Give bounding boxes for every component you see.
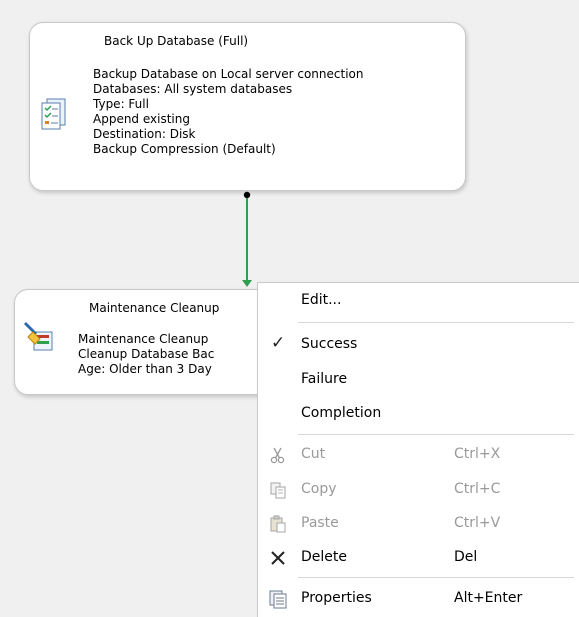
- menu-item-edit[interactable]: Edit...: [258, 286, 579, 316]
- menu-item-label: Failure: [301, 371, 348, 387]
- menu-item-success[interactable]: ✓ Success: [258, 330, 579, 360]
- properties-icon: [268, 589, 288, 609]
- cleanup-task-icon: [22, 320, 56, 354]
- task-title: Back Up Database (Full): [104, 34, 249, 48]
- menu-item-label: Paste: [301, 515, 339, 531]
- checkmark-icon: ✓: [271, 333, 286, 353]
- menu-item-label: Copy: [301, 481, 337, 497]
- backup-task-icon: [37, 97, 71, 131]
- task-detail-line: Databases: All system databases: [93, 82, 293, 96]
- maintenance-cleanup-task[interactable]: Maintenance Cleanup Maintenance Cleanup …: [14, 289, 274, 395]
- paste-icon: [268, 514, 288, 534]
- menu-item-properties[interactable]: Properties Alt+Enter: [258, 584, 579, 614]
- menu-item-failure[interactable]: Failure: [258, 365, 579, 395]
- menu-item-shortcut: Del: [454, 549, 478, 565]
- menu-item-cut[interactable]: Cut Ctrl+X: [258, 440, 579, 470]
- menu-item-label: Delete: [301, 549, 347, 565]
- task-detail-line: Cleanup Database Bac: [78, 347, 215, 361]
- task-title: Maintenance Cleanup: [89, 301, 220, 315]
- menu-item-label: Edit...: [301, 292, 342, 308]
- menu-separator: [298, 577, 574, 578]
- menu-separator: [298, 434, 574, 435]
- task-detail-line: Type: Full: [93, 97, 149, 111]
- task-detail-line: Append existing: [93, 112, 190, 126]
- backup-database-task[interactable]: Back Up Database (Full) Backup Database …: [29, 22, 466, 191]
- menu-item-completion[interactable]: Completion: [258, 399, 579, 429]
- scissors-icon: [268, 445, 288, 465]
- copy-icon: [268, 480, 288, 500]
- menu-item-delete[interactable]: Delete Del: [258, 543, 579, 573]
- task-details: Maintenance Cleanup Cleanup Database Bac…: [78, 332, 214, 377]
- menu-item-shortcut: Ctrl+X: [454, 446, 501, 462]
- menu-item-shortcut: Ctrl+V: [454, 515, 501, 531]
- menu-item-paste[interactable]: Paste Ctrl+V: [258, 509, 579, 539]
- task-detail-line: Backup Compression (Default): [93, 142, 276, 156]
- task-detail-line: Age: Older than 3 Day: [78, 362, 212, 376]
- menu-separator: [298, 322, 574, 323]
- menu-item-label: Completion: [301, 405, 382, 421]
- menu-item-label: Cut: [301, 446, 326, 462]
- menu-item-copy[interactable]: Copy Ctrl+C: [258, 475, 579, 505]
- task-detail-line: Maintenance Cleanup: [78, 332, 209, 346]
- connector-start-dot: [243, 191, 251, 199]
- task-details: Backup Database on Local server connecti…: [93, 67, 363, 157]
- task-detail-line: Backup Database on Local server connecti…: [93, 67, 364, 81]
- menu-item-label: Success: [301, 336, 358, 352]
- task-detail-line: Destination: Disk: [93, 127, 196, 141]
- delete-x-icon: [268, 548, 288, 568]
- connector-arrowhead: [242, 280, 252, 287]
- context-menu: Edit... ✓ Success Failure Completion Cut…: [257, 282, 579, 617]
- menu-item-shortcut: Ctrl+C: [454, 481, 501, 497]
- menu-item-label: Properties: [301, 590, 372, 606]
- menu-item-shortcut: Alt+Enter: [454, 590, 523, 606]
